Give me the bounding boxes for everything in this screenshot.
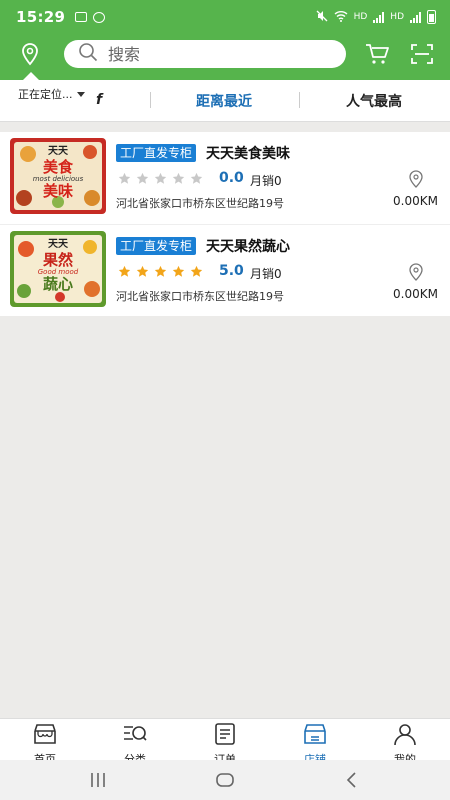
system-navigation-bar <box>0 760 450 800</box>
network-label-1: HD <box>353 12 368 22</box>
order-list-icon <box>212 722 238 750</box>
store-name: 天天果然蔬心 <box>206 239 290 255</box>
star-icon <box>136 265 149 277</box>
star-icon <box>154 172 167 184</box>
scan-icon[interactable] <box>410 42 434 66</box>
star-icon <box>136 172 149 184</box>
battery-icon <box>427 10 436 24</box>
mute-icon <box>316 10 328 25</box>
thumb-text-bottom: 美味 <box>43 182 73 200</box>
star-icon <box>172 265 185 277</box>
divider <box>150 92 151 108</box>
store-badge: 工厂直发专柜 <box>116 144 197 162</box>
store-distance: 0.00KM <box>393 287 438 301</box>
store-rating: 5.0 <box>219 263 244 279</box>
location-notch <box>23 72 39 80</box>
nav-category[interactable]: 分类 <box>90 719 180 766</box>
star-icon <box>172 172 185 184</box>
map-pin-icon[interactable] <box>408 263 424 281</box>
thumb-text-bottom: 蔬心 <box>43 275 73 293</box>
bottom-nav: 首页 分类 订单 店铺 我的 <box>0 718 450 766</box>
store-thumbnail: 天天 美食 most delicious 美味 <box>10 138 106 214</box>
tab-most-popular[interactable]: 人气最高 <box>346 91 402 111</box>
thumb-text-mid: 果然 <box>42 251 73 269</box>
monthly-sales: 月销0 <box>250 267 282 281</box>
store-address: 河北省张家口市桥东区世纪路19号 <box>116 197 284 210</box>
store-icon <box>302 722 328 750</box>
signal-icon-2 <box>410 11 421 23</box>
search-input[interactable] <box>108 44 308 64</box>
rating-stars <box>118 172 203 185</box>
nav-orders[interactable]: 订单 <box>180 719 270 766</box>
filter-bar: 正在定位... f 距离最近 人气最高 <box>0 80 450 122</box>
network-label-2: HD <box>390 12 404 22</box>
store-rating: 0.0 <box>219 170 244 186</box>
location-pin-icon[interactable] <box>18 42 42 66</box>
store-card[interactable]: 天天 美食 most delicious 美味 工厂直发专柜 天天美食美味 0.… <box>0 132 450 224</box>
store-card[interactable]: 天天 果然 Good mood 蔬心 工厂直发专柜 天天果然蔬心 5.0 月销0… <box>0 224 450 316</box>
tab-nearest[interactable]: 距离最近 <box>196 91 252 111</box>
nav-profile[interactable]: 我的 <box>360 719 450 766</box>
store-list: 天天 美食 most delicious 美味 工厂直发专柜 天天美食美味 0.… <box>0 132 450 316</box>
star-icon <box>190 172 203 184</box>
recent-apps-icon[interactable] <box>88 770 108 790</box>
thumb-text-mid: 美食 <box>43 158 74 176</box>
filter-tab-partial[interactable]: f <box>96 92 102 108</box>
thumb-text-top: 天天 <box>48 238 69 250</box>
back-button-icon[interactable] <box>342 770 362 790</box>
store-thumbnail: 天天 果然 Good mood 蔬心 <box>10 231 106 307</box>
nav-home[interactable]: 首页 <box>0 719 90 766</box>
location-status-label: 正在定位... <box>18 88 73 101</box>
nav-stores[interactable]: 店铺 <box>270 719 360 766</box>
home-button-icon[interactable] <box>215 770 235 790</box>
map-pin-icon[interactable] <box>408 170 424 188</box>
monthly-sales: 月销0 <box>250 174 282 188</box>
user-icon <box>392 722 418 750</box>
star-icon <box>154 265 167 277</box>
wifi-icon <box>334 10 348 25</box>
wechat-notification-icon <box>93 11 106 23</box>
cart-icon[interactable] <box>364 41 390 67</box>
category-search-icon <box>122 722 148 750</box>
store-badge: 工厂直发专柜 <box>116 237 197 255</box>
divider <box>299 92 300 108</box>
status-bar: 15:29 HD HD <box>0 0 450 34</box>
search-bar[interactable] <box>64 40 346 68</box>
store-name: 天天美食美味 <box>206 146 290 162</box>
dropdown-caret-icon <box>76 91 85 97</box>
star-icon <box>190 265 203 277</box>
thumb-text-top: 天天 <box>48 145 69 157</box>
star-icon <box>118 265 131 277</box>
store-address: 河北省张家口市桥东区世纪路19号 <box>116 290 284 303</box>
store-distance: 0.00KM <box>393 194 438 208</box>
location-selector[interactable]: 正在定位... <box>18 86 85 102</box>
image-notification-icon <box>75 12 88 22</box>
search-icon <box>78 42 98 66</box>
star-icon <box>118 172 131 184</box>
status-time: 15:29 <box>16 8 66 26</box>
header-row <box>0 36 450 74</box>
shop-home-icon <box>32 722 58 750</box>
rating-stars <box>118 265 203 278</box>
signal-icon <box>373 11 385 23</box>
